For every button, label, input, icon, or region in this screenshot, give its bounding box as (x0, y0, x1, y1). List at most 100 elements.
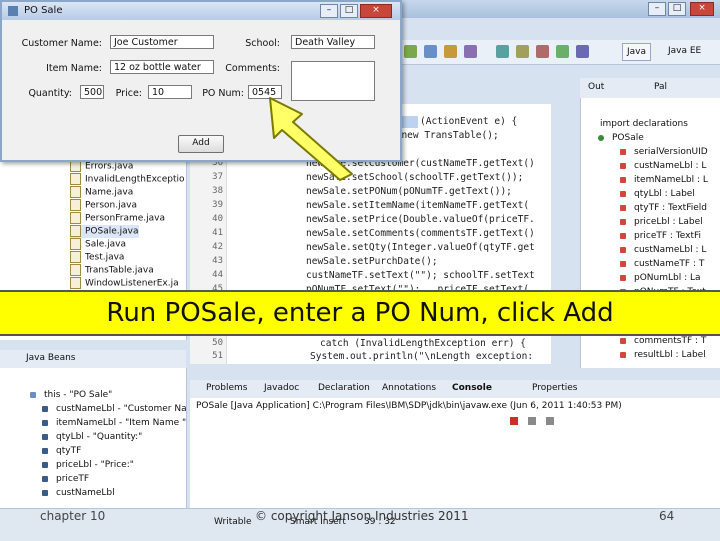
item-name-field[interactable]: 12 oz bottle water (110, 60, 214, 74)
outline-item[interactable]: qtyTF : TextField (620, 201, 707, 215)
bean-item[interactable]: qtyLbl - "Quantity:" (42, 430, 142, 444)
line-number: 40 (212, 214, 223, 224)
tab-outline[interactable]: Out (588, 82, 604, 92)
code-line: custNameTF.setText(""); schoolTF.setText (306, 270, 535, 281)
code-line: catch (InvalidLengthException err) { (320, 338, 526, 349)
package-item[interactable]: Test.java (70, 251, 124, 264)
tab-problems[interactable]: Problems (206, 383, 247, 393)
tab-javadoc[interactable]: Javadoc (264, 383, 299, 393)
outline-item[interactable]: custNameLbl : L (620, 243, 706, 257)
tab-palette[interactable]: Pal (654, 82, 667, 92)
tab-java-beans[interactable]: Java Beans (26, 353, 76, 363)
code-line: = new TransTable(); (390, 130, 499, 141)
item-name-label: Item Name: (46, 63, 102, 74)
tab-console[interactable]: Console (452, 383, 492, 393)
comments-label: Comments: (225, 63, 280, 74)
line-number: 39 (212, 200, 223, 210)
outline-item[interactable]: qtyLbl : Label (620, 187, 695, 201)
code-line: newSale.setQty(Integer.valueOf(qtyTF.get (306, 242, 535, 253)
package-item-selected[interactable]: POSale.java (70, 225, 139, 238)
ide-minimize-button[interactable]: – (648, 2, 666, 16)
outline-item[interactable]: custNameTF : T (620, 257, 704, 271)
forward-icon[interactable] (576, 45, 589, 58)
code-line: newSale.setPONum(pONumTF.getText()); (306, 186, 512, 197)
add-button[interactable]: Add (178, 135, 224, 153)
outline-item[interactable]: priceLbl : Label (620, 215, 703, 229)
field-icon (620, 190, 626, 197)
maximize-icon: □ (344, 5, 354, 15)
po-dialog-title: PO Sale (24, 5, 63, 16)
build-icon[interactable] (444, 45, 457, 58)
package-item[interactable]: Person.java (70, 199, 137, 212)
bean-item[interactable]: custNameLbl - "Customer Na (42, 402, 187, 416)
component-icon (42, 461, 48, 468)
debug-icon[interactable] (424, 45, 437, 58)
remove-launch-icon[interactable] (528, 417, 536, 425)
field-icon (620, 337, 626, 344)
package-item[interactable]: Sale.java (70, 238, 126, 251)
outline-item[interactable]: custNameLbl : L (620, 159, 706, 173)
po-maximize-button[interactable]: □ (340, 4, 358, 18)
java-file-icon (70, 277, 81, 289)
package-item[interactable]: WindowListenerEx.ja (70, 277, 179, 290)
bean-item[interactable]: custNameLbl (42, 486, 115, 500)
package-item[interactable]: InvalidLengthExceptio (70, 173, 185, 186)
po-close-button[interactable]: × (360, 4, 392, 18)
open-type-icon[interactable] (496, 45, 509, 58)
java-app-icon (8, 6, 18, 16)
footer-copyright: © copyright Janson Industries 2011 (255, 509, 469, 523)
tab-properties[interactable]: Properties (532, 383, 577, 393)
outline-item[interactable]: POSale (598, 131, 644, 145)
school-field[interactable]: Death Valley (291, 35, 375, 49)
back-icon[interactable] (556, 45, 569, 58)
quantity-field[interactable]: 500 (80, 85, 104, 99)
tab-annotations[interactable]: Annotations (382, 383, 436, 393)
task-icon[interactable] (516, 45, 529, 58)
footer-page-number: 64 (659, 509, 675, 523)
terminate-icon[interactable] (510, 417, 518, 425)
outline-item[interactable]: itemNameLbl : L (620, 173, 708, 187)
search-icon[interactable] (464, 45, 477, 58)
arrow-pointer-icon (269, 97, 353, 181)
field-icon (620, 274, 626, 281)
arrow-shape (269, 97, 353, 181)
outline-item[interactable]: priceTF : TextFi (620, 229, 701, 243)
bean-item[interactable]: this - "PO Sale" (30, 388, 112, 402)
clear-console-icon[interactable] (546, 417, 554, 425)
ide-close-button[interactable]: × (690, 2, 714, 16)
bean-item[interactable]: itemNameLbl - "Item Name " (42, 416, 186, 430)
bookmark-icon[interactable] (536, 45, 549, 58)
bean-item[interactable]: priceLbl - "Price:" (42, 458, 134, 472)
field-icon (620, 260, 626, 267)
bean-item[interactable]: priceTF (42, 472, 89, 486)
ide-maximize-button[interactable]: □ (668, 2, 686, 16)
price-label: Price: (115, 88, 142, 99)
quantity-label: Quantity: (28, 88, 72, 99)
price-field[interactable]: 10 (148, 85, 192, 99)
code-line: newSale.setComments(commentsTF.getText() (306, 228, 535, 239)
outline-item[interactable]: pONumLbl : La (620, 271, 701, 285)
run-icon[interactable] (404, 45, 417, 58)
tab-declaration[interactable]: Declaration (318, 383, 370, 393)
outline-item[interactable]: import declarations (600, 117, 688, 131)
javaee-perspective-button[interactable]: Java EE (664, 43, 705, 59)
line-number: 41 (212, 228, 223, 238)
customer-name-field[interactable]: Joe Customer (110, 35, 214, 49)
package-item[interactable]: Name.java (70, 186, 133, 199)
po-minimize-button[interactable]: – (320, 4, 338, 18)
outline-item[interactable]: serialVersionUID (620, 145, 708, 159)
package-item[interactable]: TransTable.java (70, 264, 154, 277)
component-icon (42, 475, 48, 482)
outline-item[interactable]: resultLbl : Label (620, 348, 706, 362)
java-perspective-button[interactable]: Java (622, 43, 652, 61)
po-dialog-title-bar: PO Sale – □ × (2, 2, 400, 20)
outline-item[interactable]: commentsTF : T (620, 334, 706, 348)
component-icon (42, 489, 48, 496)
field-icon (620, 204, 626, 211)
line-number: 38 (212, 186, 223, 196)
bean-item[interactable]: qtyTF (42, 444, 81, 458)
field-icon (620, 246, 626, 253)
package-item[interactable]: PersonFrame.java (70, 212, 165, 225)
class-icon (598, 134, 604, 141)
minimize-icon: – (326, 5, 332, 15)
